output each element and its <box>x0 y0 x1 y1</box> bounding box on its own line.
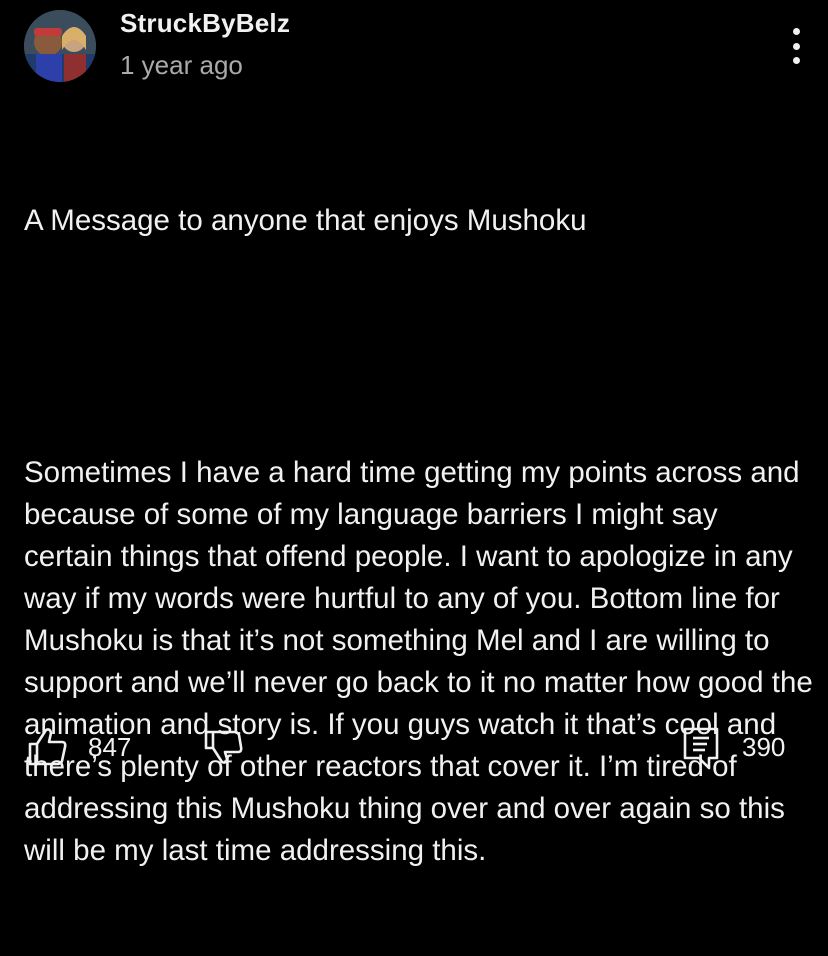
avatar-image <box>24 10 96 82</box>
more-vertical-icon-dot <box>792 42 800 50</box>
more-vertical-icon <box>792 28 800 35</box>
avatar[interactable] <box>24 10 96 82</box>
comment-title: A Message to anyone that enjoys Mushoku <box>24 204 587 237</box>
reply-count: 390 <box>742 732 786 762</box>
comment-action-bar: 847 390 <box>0 720 828 776</box>
thumbs-up-icon <box>28 728 67 766</box>
more-vertical-icon-dot <box>792 57 800 64</box>
like-button[interactable] <box>26 724 70 768</box>
like-count: 847 <box>88 732 132 762</box>
more-options-button[interactable] <box>778 22 814 70</box>
comment-timestamp: 1 year ago <box>120 50 243 80</box>
author-name[interactable]: StruckByBelz <box>120 8 290 39</box>
comment-text: A Message to anyone that enjoys Mushoku … <box>24 116 814 956</box>
comment-body: Sometimes I have a hard time getting my … <box>24 456 821 867</box>
dislike-button[interactable] <box>202 724 246 768</box>
thumbs-down-icon <box>204 730 243 764</box>
comment-icon <box>683 727 719 770</box>
replies-button[interactable] <box>682 724 722 772</box>
